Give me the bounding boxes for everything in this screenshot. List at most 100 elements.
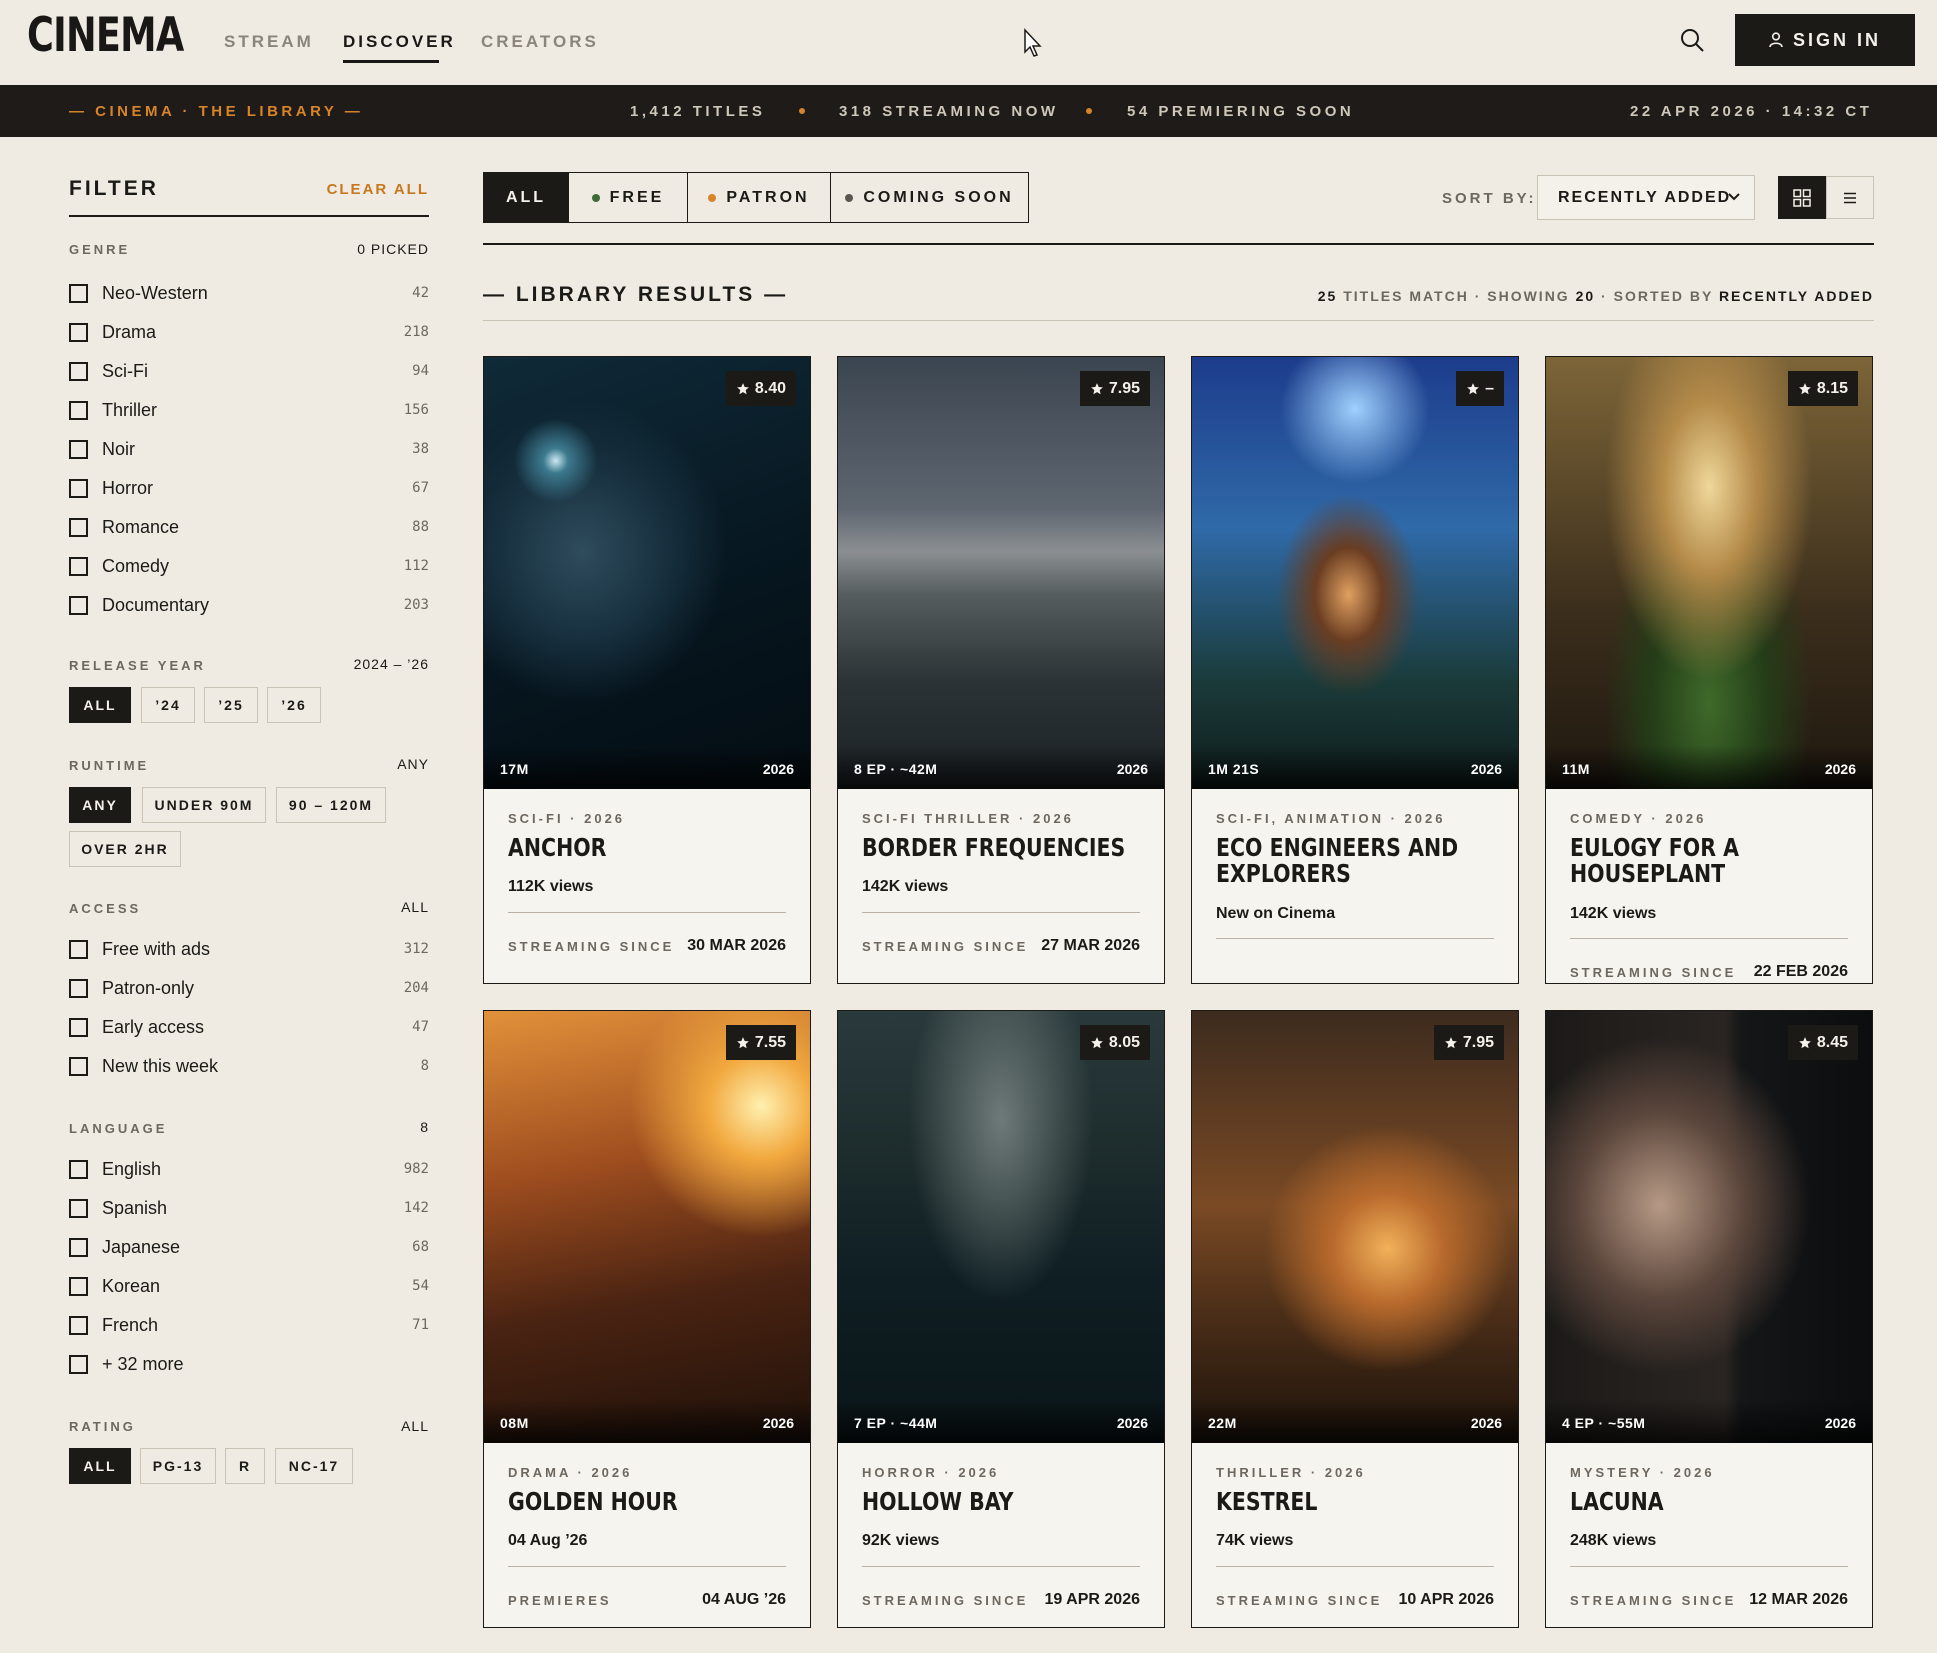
genre-option[interactable]: Sci-Fi 94 xyxy=(69,359,429,387)
runtime-chip-under-90[interactable]: UNDER 90M xyxy=(142,787,266,823)
poster-image[interactable]: 7.95 22M 2026 xyxy=(1192,1011,1518,1443)
poster-image[interactable]: 7.95 8 EP · ~42M 2026 xyxy=(838,357,1164,789)
tab-all[interactable]: ALL xyxy=(483,172,569,223)
language-option[interactable]: English 982 xyxy=(69,1157,429,1185)
rating-value: 7.95 xyxy=(1108,379,1140,397)
clear-all-button[interactable]: CLEAR ALL xyxy=(327,181,429,198)
card-title[interactable]: EULOGY FOR A HOUSEPLANT xyxy=(1570,835,1849,887)
checkbox[interactable] xyxy=(69,940,88,959)
tab-coming-soon[interactable]: COMING SOON xyxy=(830,172,1029,223)
sort-select[interactable]: RECENTLY ADDED xyxy=(1537,175,1755,220)
results-showing: 20 xyxy=(1575,288,1596,304)
poster-image[interactable]: 8.40 17M 2026 xyxy=(484,357,810,789)
card-genre: SCI-FI THRILLER · 2026 xyxy=(862,811,1074,826)
language-option[interactable]: French 71 xyxy=(69,1313,429,1341)
language-option[interactable]: Korean 54 xyxy=(69,1274,429,1302)
genre-option[interactable]: Noir 38 xyxy=(69,437,429,465)
access-option[interactable]: Patron-only 204 xyxy=(69,976,429,1004)
genre-option[interactable]: Drama 218 xyxy=(69,320,429,348)
checkbox[interactable] xyxy=(69,979,88,998)
nav-link-stream[interactable]: STREAM xyxy=(224,32,314,52)
tab-free[interactable]: FREE xyxy=(568,172,688,223)
rating-chip-all[interactable]: ALL xyxy=(69,1448,131,1484)
title-card[interactable]: – 1M 21S 2026 SCI-FI, ANIMATION · 2026 ECO E… xyxy=(1191,356,1519,984)
search-icon[interactable] xyxy=(1678,26,1706,54)
tab-patron[interactable]: PATRON xyxy=(687,172,831,223)
nav-link-creators[interactable]: CREATORS xyxy=(481,32,599,52)
card-title[interactable]: HOLLOW BAY xyxy=(862,1489,1141,1515)
rating-chip-pg13[interactable]: PG-13 xyxy=(140,1448,216,1484)
rating-value: 8.40 xyxy=(754,379,786,397)
poster-image[interactable]: 8.45 4 EP · ~55M 2026 xyxy=(1546,1011,1872,1443)
release-chip-25[interactable]: ’25 xyxy=(204,687,258,723)
poster-image[interactable]: 8.05 7 EP · ~44M 2026 xyxy=(838,1011,1164,1443)
release-chip-24[interactable]: ’24 xyxy=(141,687,195,723)
release-chip-all[interactable]: ALL xyxy=(69,687,131,723)
checkbox[interactable] xyxy=(69,1238,88,1257)
checkbox[interactable] xyxy=(69,323,88,342)
checkbox[interactable] xyxy=(69,596,88,615)
card-body: SCI-FI THRILLER · 2026 BORDER FREQUENCIES… xyxy=(838,789,1164,983)
checkbox[interactable] xyxy=(69,362,88,381)
genre-option[interactable]: Romance 88 xyxy=(69,515,429,543)
genre-option[interactable]: Thriller 156 xyxy=(69,398,429,426)
rating-chip-r[interactable]: R xyxy=(225,1448,265,1484)
runtime-label: 22M xyxy=(1208,1415,1237,1431)
card-title[interactable]: GOLDEN HOUR xyxy=(508,1489,787,1515)
runtime-chip-over-2hr[interactable]: OVER 2HR xyxy=(69,831,181,867)
card-body: SCI-FI, ANIMATION · 2026 ECO ENGINEERS AN… xyxy=(1192,789,1518,983)
language-option[interactable]: Japanese 68 xyxy=(69,1235,429,1263)
site-logo[interactable]: CINEMA xyxy=(27,12,184,59)
genre-option[interactable]: Neo-Western 42 xyxy=(69,281,429,309)
language-option[interactable]: Spanish 142 xyxy=(69,1196,429,1224)
checkbox[interactable] xyxy=(69,440,88,459)
title-card[interactable]: 7.55 08M 2026 DRAMA · 2026 GOLDEN HOUR 04 Aug… xyxy=(483,1010,811,1628)
access-option[interactable]: New this week 8 xyxy=(69,1054,429,1082)
title-card[interactable]: 8.40 17M 2026 SCI-FI · 2026 ANCHOR 112K views… xyxy=(483,356,811,984)
poster-image[interactable]: 7.55 08M 2026 xyxy=(484,1011,810,1443)
card-title[interactable]: LACUNA xyxy=(1570,1489,1849,1515)
access-option[interactable]: Free with ads 312 xyxy=(69,937,429,965)
title-card[interactable]: 8.45 4 EP · ~55M 2026 MYSTERY · 2026 LACUNA 2… xyxy=(1545,1010,1873,1628)
results-sort: RECENTLY ADDED xyxy=(1718,288,1874,304)
runtime-chip-90-120[interactable]: 90 – 120M xyxy=(276,787,386,823)
card-title[interactable]: ANCHOR xyxy=(508,835,787,861)
checkbox[interactable] xyxy=(69,401,88,420)
option-count: 312 xyxy=(403,941,429,957)
card-title[interactable]: BORDER FREQUENCIES xyxy=(862,835,1141,861)
runtime-chip-any[interactable]: ANY xyxy=(69,787,131,823)
card-title[interactable]: ECO ENGINEERS AND EXPLORERS xyxy=(1216,835,1495,887)
card-title[interactable]: KESTREL xyxy=(1216,1489,1495,1515)
access-option[interactable]: Early access 47 xyxy=(69,1015,429,1043)
checkbox[interactable] xyxy=(69,1355,88,1374)
language-option[interactable]: + 32 more xyxy=(69,1352,429,1380)
poster-image[interactable]: 8.15 11M 2026 xyxy=(1546,357,1872,789)
genre-option[interactable]: Documentary 203 xyxy=(69,593,429,621)
sign-in-button[interactable]: SIGN IN xyxy=(1735,14,1915,66)
checkbox[interactable] xyxy=(69,1057,88,1076)
checkbox[interactable] xyxy=(69,1199,88,1218)
checkbox[interactable] xyxy=(69,518,88,537)
checkbox[interactable] xyxy=(69,1316,88,1335)
checkbox[interactable] xyxy=(69,557,88,576)
list-view-button[interactable] xyxy=(1826,176,1874,219)
title-card[interactable]: 7.95 22M 2026 THRILLER · 2026 KESTREL 74K vie… xyxy=(1191,1010,1519,1628)
tab-all-label: ALL xyxy=(505,188,547,206)
checkbox[interactable] xyxy=(69,284,88,303)
poster-image[interactable]: – 1M 21S 2026 xyxy=(1192,357,1518,789)
checkbox[interactable] xyxy=(69,1277,88,1296)
rating-chip-nc17[interactable]: NC-17 xyxy=(275,1448,353,1484)
release-chip-26[interactable]: ’26 xyxy=(267,687,321,723)
nav-link-discover[interactable]: DISCOVER xyxy=(343,32,456,52)
title-card[interactable]: 7.95 8 EP · ~42M 2026 SCI-FI THRILLER · 202… xyxy=(837,356,1165,984)
checkbox[interactable] xyxy=(69,1160,88,1179)
grid-view-button[interactable] xyxy=(1778,176,1826,219)
poster-art xyxy=(838,1011,1164,1443)
title-card[interactable]: 8.15 11M 2026 COMEDY · 2026 EULOGY FOR A HOU… xyxy=(1545,356,1873,984)
title-card[interactable]: 8.05 7 EP · ~44M 2026 HORROR · 2026 HOLLOW B… xyxy=(837,1010,1165,1628)
results-count: 25 xyxy=(1317,288,1338,304)
genre-option[interactable]: Horror 67 xyxy=(69,476,429,504)
checkbox[interactable] xyxy=(69,479,88,498)
checkbox[interactable] xyxy=(69,1018,88,1037)
genre-option[interactable]: Comedy 112 xyxy=(69,554,429,582)
